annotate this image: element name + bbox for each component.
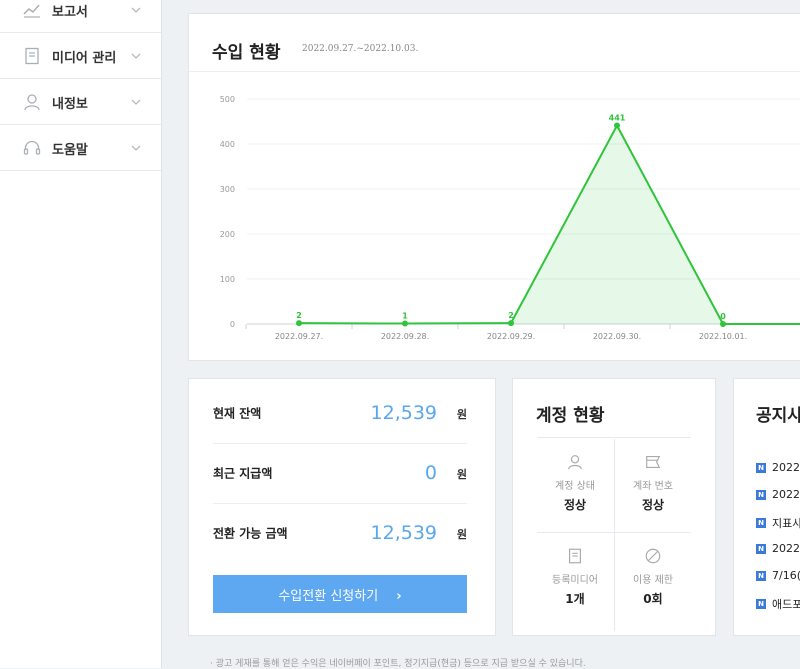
sidebar-item-label: 도움말 — [52, 142, 88, 158]
account-cell-value: 0회 — [643, 592, 663, 606]
balance-unit: 원 — [456, 527, 467, 541]
document-icon — [25, 47, 39, 65]
y-tick-label: 0 — [230, 320, 235, 329]
chevron-down-icon — [131, 145, 141, 151]
x-tick-label: 2022.09.28. — [381, 332, 429, 341]
chevron-down-icon — [131, 7, 141, 13]
series-area — [299, 125, 800, 324]
balance-value: 12,539 — [370, 402, 437, 424]
account-cell-label: 계정 상태 — [555, 481, 595, 492]
data-point — [402, 320, 408, 327]
sidebar-item-label: 미디어 관리 — [52, 50, 117, 66]
new-badge: N — [756, 518, 766, 528]
account-cell-label: 등록미디어 — [552, 575, 598, 586]
y-tick-label: 200 — [220, 230, 235, 239]
data-point — [614, 122, 620, 129]
data-point — [296, 320, 302, 327]
new-badge: N — [756, 462, 766, 473]
chevron-right-icon: › — [396, 588, 402, 604]
sidebar-item-label: 보고서 — [52, 4, 88, 20]
notice-item-text: 애드포 — [772, 598, 800, 611]
y-tick-label: 300 — [220, 185, 235, 194]
account-status-card: 계정 현황 계정 상태 정상 계좌 번호 정상 등록미디어 1개 이용 제한 0… — [512, 378, 716, 636]
x-tick-label: 2022.09.29. — [487, 332, 535, 341]
y-tick-label: 500 — [220, 95, 235, 104]
notice-item[interactable]: N 2022 — [756, 542, 800, 555]
balance-value: 12,539 — [370, 522, 437, 544]
account-cell-bank: 계좌 번호 정상 — [615, 453, 691, 547]
data-label: 441 — [609, 114, 626, 123]
balance-row-current: 현재 잔액 12,539 원 — [213, 383, 467, 444]
notice-item-text: 2022 — [772, 542, 800, 555]
balance-row-recent: 최근 지급액 0 원 — [213, 443, 467, 504]
data-point — [720, 321, 726, 327]
chevron-down-icon — [131, 99, 141, 105]
document-icon — [569, 548, 581, 564]
notice-item[interactable]: N 7/16( — [756, 569, 800, 582]
user-icon — [568, 455, 582, 470]
notice-card: 공지사 N 2022 N 2022 N 지표사 N 2022 N 7/16( N… — [733, 378, 800, 636]
notice-item-text: 7/16( — [772, 569, 800, 582]
y-tick-label: 100 — [220, 275, 235, 284]
balance-label: 현재 잔액 — [213, 406, 262, 421]
notice-item[interactable]: N 2022 — [756, 461, 800, 474]
divider — [537, 437, 691, 438]
notice-item[interactable]: N 애드포 — [756, 596, 800, 612]
chevron-down-icon — [131, 53, 141, 59]
footer-note: · 광고 게재를 통해 얻은 수익은 네이버페이 포인트, 정기지급(현금) 등… — [210, 659, 586, 669]
sidebar-item-profile[interactable]: 내정보 — [0, 80, 161, 125]
data-label: 0 — [720, 312, 726, 321]
prohibited-icon — [645, 548, 661, 564]
balance-row-convertible: 전환 가능 금액 12,539 원 — [213, 503, 467, 563]
x-tick-label: 2022.10.01. — [699, 332, 747, 341]
headset-icon — [23, 140, 41, 155]
account-cell-value: 정상 — [563, 498, 587, 512]
balance-value: 0 — [424, 462, 437, 484]
balance-card: 현재 잔액 12,539 원 최근 지급액 0 원 전환 가능 금액 12,53… — [188, 378, 496, 636]
y-tick-label: 400 — [220, 140, 235, 149]
revenue-card: 수입 현황 2022.09.27.~2022.10.03. 0 100 200 300… — [188, 13, 800, 361]
sidebar: 보고서 미디어 관리 내정보 도움말 — [0, 0, 162, 668]
balance-label: 최근 지급액 — [213, 466, 273, 481]
new-badge: N — [756, 489, 766, 500]
new-badge: N — [756, 570, 766, 581]
new-badge: N — [756, 599, 766, 609]
bank-card-icon — [646, 456, 661, 468]
convert-revenue-button[interactable]: 수입전환 신청하기 › — [213, 575, 467, 613]
notice-title: 공지사 — [756, 406, 800, 426]
account-cell-label: 계좌 번호 — [633, 481, 673, 492]
new-badge: N — [756, 543, 766, 554]
sidebar-item-label: 내정보 — [52, 96, 88, 112]
account-title: 계정 현황 — [536, 406, 605, 426]
data-label: 1 — [402, 312, 408, 321]
notice-item-text: 2022 — [772, 488, 800, 501]
convert-button-label: 수입전환 신청하기 — [278, 588, 379, 604]
notice-item-text: 지표사 — [772, 517, 800, 530]
sidebar-item-media[interactable]: 미디어 관리 — [0, 34, 161, 79]
account-cell-value: 1개 — [565, 592, 585, 606]
account-cell-label: 이용 제한 — [633, 575, 673, 586]
data-label: 2 — [508, 311, 514, 320]
balance-label: 전환 가능 금액 — [213, 526, 288, 541]
notice-item[interactable]: N 2022 — [756, 488, 800, 501]
chart-line-icon — [23, 4, 40, 18]
sidebar-item-help[interactable]: 도움말 — [0, 126, 161, 171]
balance-unit: 원 — [456, 467, 467, 481]
data-label: 2 — [296, 311, 302, 320]
account-cell-media: 등록미디어 1개 — [537, 547, 613, 641]
balance-unit: 원 — [456, 407, 467, 421]
user-icon — [24, 94, 40, 111]
x-tick-label: 2022.09.30. — [593, 332, 641, 341]
revenue-chart: 01002003004005002022.09.27. 2022.09.28. 20… — [220, 95, 800, 341]
x-tick-label: 2022.09.27. — [275, 332, 323, 341]
account-cell-status: 계정 상태 정상 — [537, 453, 613, 547]
notice-item[interactable]: N 지표사 — [756, 515, 800, 531]
data-point — [508, 320, 514, 327]
sidebar-item-report[interactable]: 보고서 — [0, 0, 161, 33]
account-cell-value: 정상 — [641, 498, 665, 512]
account-cell-restriction: 이용 제한 0회 — [615, 547, 691, 641]
notice-item-text: 2022 — [772, 461, 800, 474]
